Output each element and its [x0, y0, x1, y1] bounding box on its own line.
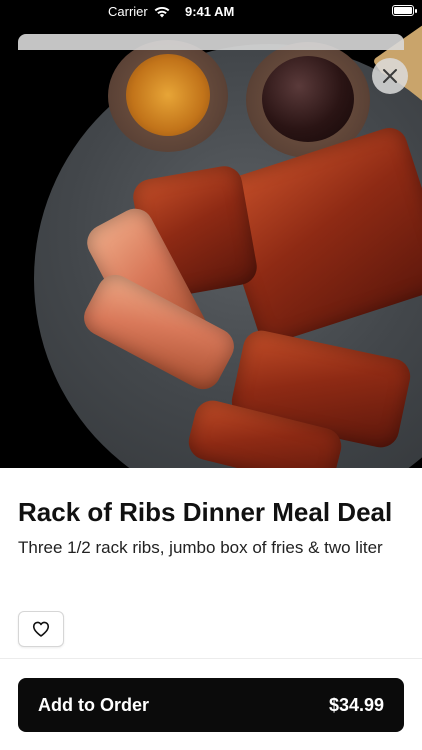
order-price: $34.99	[328, 694, 384, 715]
divider	[0, 658, 422, 659]
hero-image	[0, 0, 422, 468]
add-to-order-label: Add to Order	[38, 694, 149, 715]
status-bar: Carrier 9:41 AM	[0, 0, 422, 24]
sheet-grabber	[18, 34, 404, 50]
status-carrier-group: Carrier	[108, 4, 170, 19]
favorite-button[interactable]	[18, 611, 64, 647]
seasoning-bowl	[108, 40, 228, 152]
close-icon	[383, 69, 397, 83]
carrier-label: Carrier	[108, 4, 148, 19]
wifi-icon	[154, 6, 170, 17]
status-time: 9:41 AM	[185, 4, 235, 19]
product-title: Rack of Ribs Dinner Meal Deal	[18, 497, 393, 527]
add-to-order-button[interactable]: Add to Order $34.99	[18, 678, 404, 732]
battery-icon	[392, 5, 417, 16]
product-description: Three 1/2 rack ribs, jumbo box of fries …	[18, 538, 383, 557]
heart-icon	[32, 621, 50, 637]
close-button[interactable]	[372, 58, 408, 94]
